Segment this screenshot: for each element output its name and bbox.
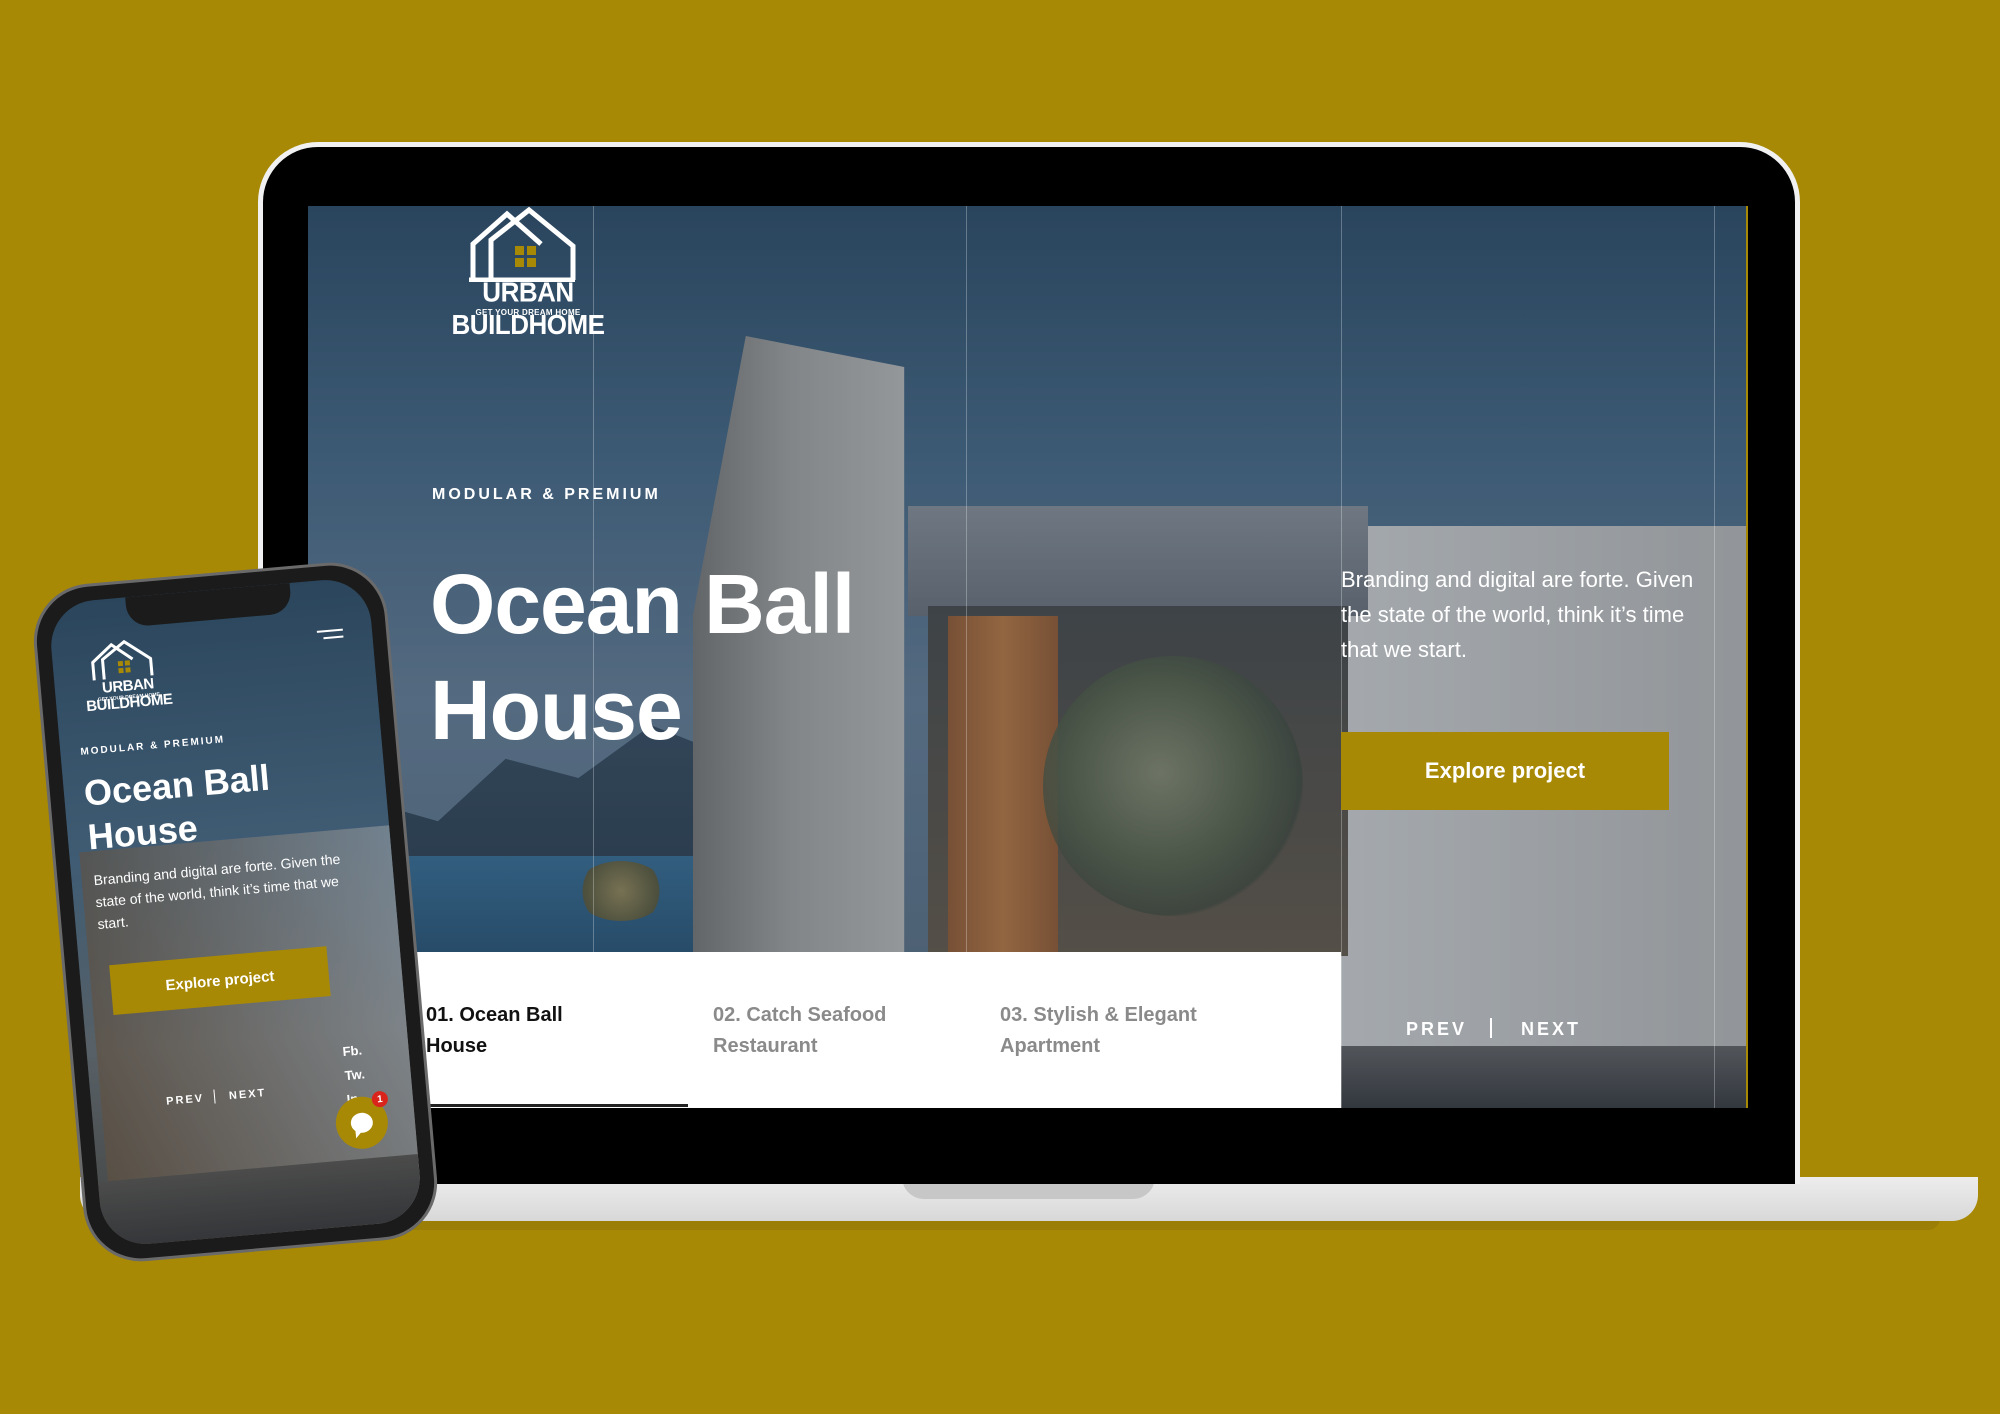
explore-project-button[interactable]: Explore project: [1341, 732, 1669, 810]
tab-label: 03. Stylish & Elegant: [1000, 1004, 1197, 1026]
tab-label: Restaurant: [713, 1035, 818, 1057]
tab-ocean-ball-house[interactable]: 01. Ocean Ball House: [426, 1000, 626, 1062]
brand-logo[interactable]: URBAN BUILDHOME GET YOUR DREAM HOME: [433, 206, 623, 341]
mobile-device: URBAN BUILDHOME GET YOUR DREAM HOME MODU…: [29, 557, 442, 1267]
pager-divider: [1490, 1018, 1492, 1038]
hamburger-menu-icon[interactable]: [313, 627, 344, 646]
hero-title: Ocean Ball House: [430, 551, 950, 763]
project-tabs-panel: 01. Ocean Ball House 02. Catch Seafood R…: [408, 952, 1341, 1108]
brand-tagline: GET YOUR DREAM HOME: [475, 308, 581, 317]
tab-label: 01. Ocean Ball: [426, 1004, 563, 1026]
hero-title-line: Ocean Ball: [430, 557, 855, 651]
social-link-twitter[interactable]: Tw.: [344, 1062, 366, 1088]
next-button[interactable]: NEXT: [1521, 1019, 1581, 1040]
hero-description: Branding and digital are forte. Given th…: [1341, 567, 1694, 662]
active-tab-indicator: [426, 1104, 688, 1107]
tab-label: 02. Catch Seafood: [713, 1004, 887, 1026]
tab-catch-seafood-restaurant[interactable]: 02. Catch Seafood Restaurant: [713, 1000, 933, 1062]
grid-line: [1714, 206, 1715, 1108]
social-link-facebook[interactable]: Fb.: [342, 1038, 364, 1064]
mobile-screen: URBAN BUILDHOME GET YOUR DREAM HOME MODU…: [47, 576, 424, 1248]
tab-stylish-elegant-apartment[interactable]: 03. Stylish & Elegant Apartment: [1000, 1000, 1240, 1062]
house-logo-icon: [469, 206, 576, 283]
mobile-brand-logo[interactable]: URBAN BUILDHOME GET YOUR DREAM HOME: [69, 635, 185, 715]
screen-accent-edge: [1746, 206, 1748, 1108]
hero-title-line: House: [430, 663, 683, 757]
hero-eyebrow: MODULAR & PREMIUM: [432, 486, 661, 503]
desktop-screen: URBAN BUILDHOME GET YOUR DREAM HOME MODU…: [308, 206, 1748, 1108]
tab-label: House: [426, 1035, 488, 1057]
chat-bubble-icon: [350, 1111, 374, 1134]
prev-button[interactable]: PREV: [1406, 1019, 1467, 1040]
tab-label: Apartment: [1000, 1035, 1101, 1057]
